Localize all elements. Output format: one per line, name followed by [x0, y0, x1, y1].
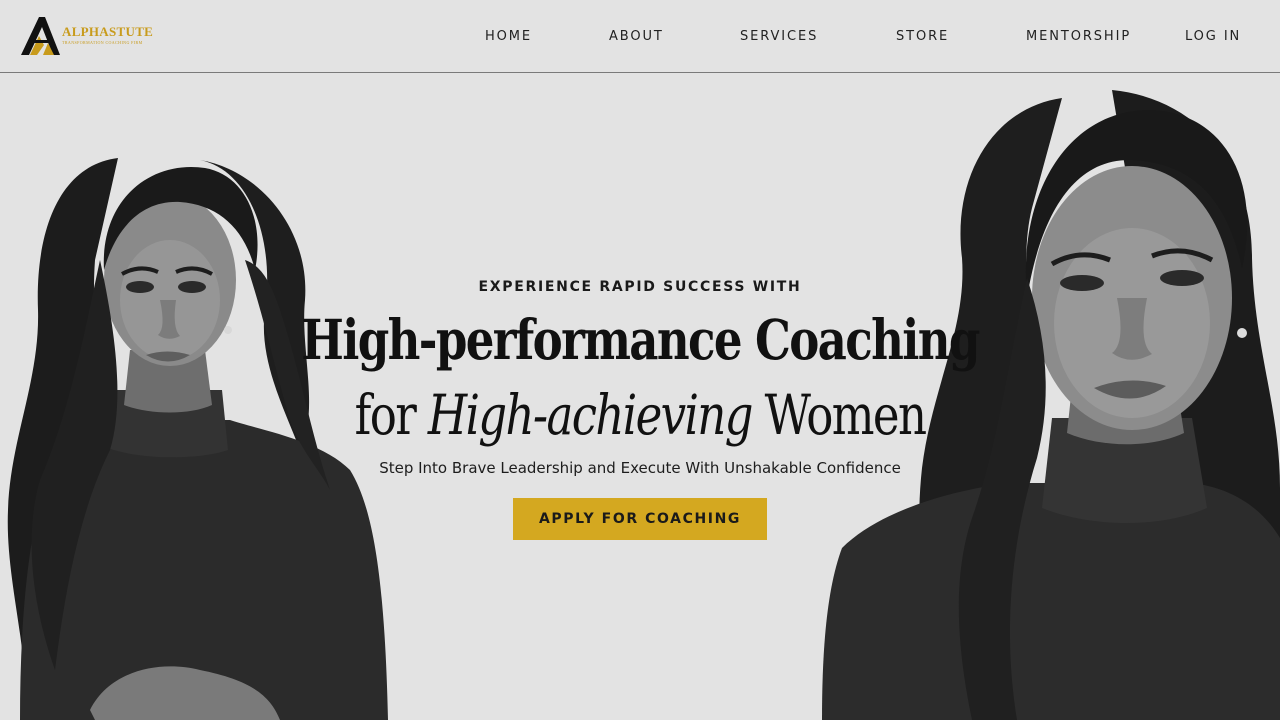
hero-subheading: Step Into Brave Leadership and Execute W…: [379, 459, 901, 477]
nav-about[interactable]: ABOUT: [609, 29, 664, 44]
headline-suffix: Women: [751, 383, 927, 447]
apply-for-coaching-button[interactable]: APPLY FOR COACHING: [513, 498, 767, 540]
headline-italic: High-achieving: [427, 383, 754, 447]
site-header: ALPHASTUTE TRANSFORMATION COACHING FIRM …: [0, 0, 1280, 73]
headline-prefix: for: [354, 383, 428, 447]
nav-store[interactable]: STORE: [896, 29, 949, 44]
brand-logo[interactable]: ALPHASTUTE TRANSFORMATION COACHING FIRM: [18, 15, 178, 57]
nav-mentorship[interactable]: MENTORSHIP: [1026, 29, 1131, 44]
a-monogram-icon: [21, 17, 60, 55]
hero-headline-line1: High-performance Coaching: [301, 307, 980, 372]
brand-name: ALPHASTUTE: [62, 24, 154, 39]
hero-headline-line2: for High-achieving Women: [115, 388, 1165, 443]
hero-eyebrow: EXPERIENCE RAPID SUCCESS WITH: [478, 279, 802, 295]
nav-login[interactable]: LOG IN: [1185, 29, 1241, 44]
nav-services[interactable]: SERVICES: [740, 29, 818, 44]
brand-tagline: TRANSFORMATION COACHING FIRM: [62, 40, 143, 45]
nav-home[interactable]: HOME: [485, 29, 532, 44]
